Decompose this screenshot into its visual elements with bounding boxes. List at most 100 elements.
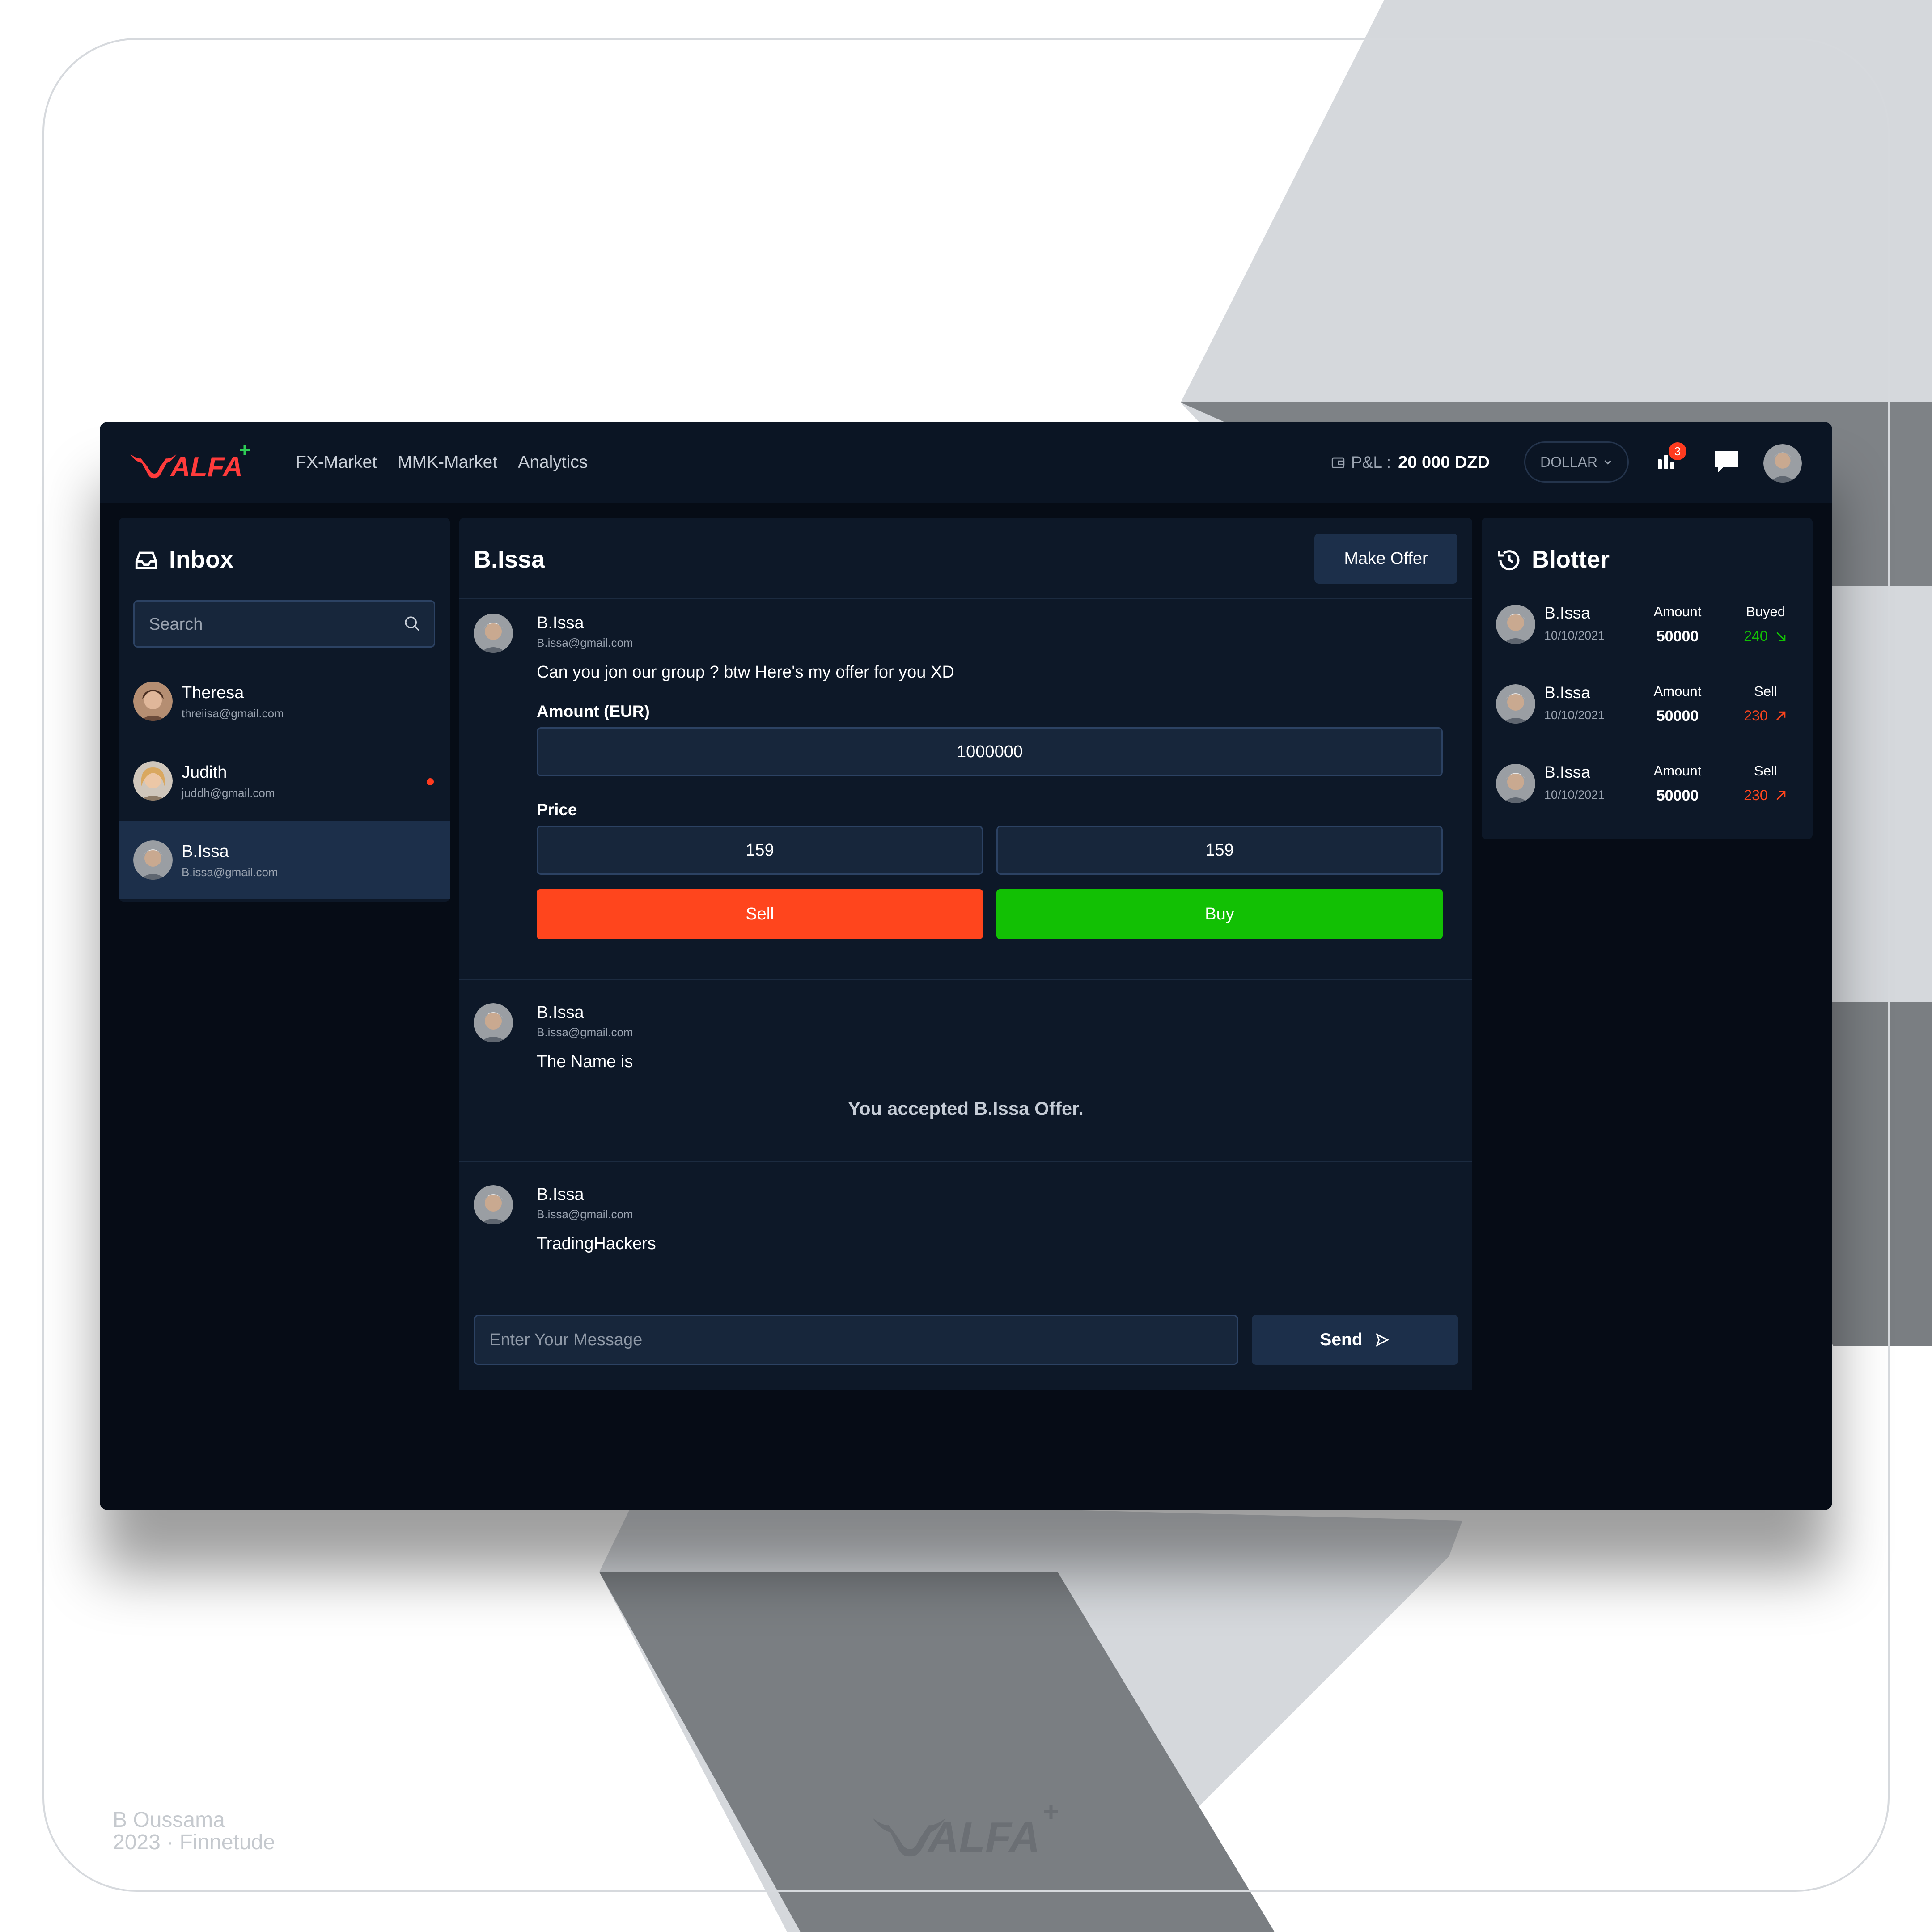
message-item: B.Issa B.issa@gmail.com TradingHackers: [459, 1162, 1472, 1291]
chat-bubble-icon: [1715, 451, 1738, 473]
nav-mmk-market[interactable]: MMK-Market: [398, 451, 497, 474]
sender-name: B.Issa: [537, 1185, 584, 1204]
unread-dot: [427, 778, 434, 785]
contact-email: B.issa@gmail.com: [182, 865, 278, 879]
send-button[interactable]: Send: [1252, 1315, 1458, 1365]
trade-value-text: 240: [1744, 628, 1768, 644]
nav-analytics[interactable]: Analytics: [518, 451, 588, 474]
search-box: [133, 600, 435, 648]
buy-price-field[interactable]: 159: [996, 826, 1443, 875]
search-input[interactable]: [135, 602, 400, 647]
alfa-logo[interactable]: ALFA: [127, 445, 262, 481]
chat-panel: B.Issa Make Offer B.Issa B.issa@gmail.co…: [459, 518, 1472, 1390]
arrow-up-right-icon: [1776, 791, 1785, 800]
message-text: The Name is: [537, 1052, 633, 1071]
pnl-display: P&L : 20 000 DZD: [1330, 451, 1490, 474]
contact-email: juddh@gmail.com: [182, 786, 275, 800]
year-studio: 2023 · Finnetude: [113, 1830, 275, 1854]
currency-dropdown[interactable]: DOLLAR: [1524, 441, 1629, 483]
author-name: B Oussama: [113, 1808, 225, 1832]
send-arrow-icon: [1375, 1333, 1390, 1347]
history-clock-icon: [1498, 550, 1520, 571]
sell-price-field[interactable]: 159: [537, 826, 983, 875]
trade-value-text: 230: [1744, 708, 1768, 724]
search-icon[interactable]: [403, 615, 421, 633]
trader-name: B.Issa: [1544, 683, 1590, 702]
blotter-row[interactable]: B.Issa 10/10/2021 Amount 50000 Sell 230: [1482, 671, 1813, 738]
amount-value: 50000: [1656, 708, 1699, 724]
contact-name: Theresa: [182, 683, 244, 702]
inbox-tray-icon: [135, 551, 157, 569]
avatar: [133, 840, 173, 880]
blotter-panel: Blotter B.Issa 10/10/2021 Amount 50000 B…: [1482, 518, 1813, 839]
trade-side: Sell: [1754, 683, 1777, 699]
sender-name: B.Issa: [537, 1003, 584, 1022]
contact-item-b-issa[interactable]: B.Issa B.issa@gmail.com: [119, 821, 450, 899]
contact-item-judith[interactable]: Judith juddh@gmail.com: [119, 741, 450, 820]
notifications-button[interactable]: 3: [1651, 442, 1686, 479]
make-offer-button[interactable]: Make Offer: [1314, 534, 1457, 584]
avatar: [474, 1185, 513, 1224]
trade-date: 10/10/2021: [1544, 708, 1605, 722]
amount-label: Amount: [1653, 604, 1702, 619]
send-label: Send: [1320, 1330, 1363, 1349]
contact-name: Judith: [182, 763, 227, 782]
app-window: ALFA FX-Market MMK-Market Analytics P&L …: [100, 422, 1832, 1510]
trade-value: 230: [1732, 787, 1799, 804]
trade-side: Sell: [1754, 763, 1777, 779]
amount-label: Amount: [1653, 763, 1702, 779]
inbox-panel: Inbox Theresa threiisa@gmail.com Judith …: [119, 518, 450, 902]
message-composer: Send: [459, 1291, 1472, 1390]
blotter-row[interactable]: B.Issa 10/10/2021 Amount 50000 Buyed 240: [1482, 591, 1813, 658]
price-label: Price: [537, 801, 577, 819]
offer-status-text: You accepted B.Issa Offer.: [848, 1098, 1084, 1119]
top-bar: ALFA FX-Market MMK-Market Analytics P&L …: [100, 422, 1832, 503]
blotter-title: Blotter: [1532, 546, 1610, 573]
nav-fx-market[interactable]: FX-Market: [296, 451, 377, 474]
arrow-down-right-icon: [1776, 631, 1785, 641]
amount-value: 50000: [1656, 628, 1699, 645]
pnl-value: 20 000 DZD: [1398, 453, 1490, 472]
contact-name: B.Issa: [182, 842, 229, 861]
trader-name: B.Issa: [1544, 604, 1590, 622]
trade-date: 10/10/2021: [1544, 629, 1605, 642]
inbox-title: Inbox: [169, 546, 233, 573]
user-avatar[interactable]: [1763, 444, 1802, 483]
avatar: [474, 1003, 513, 1042]
amount-label: Amount: [1653, 683, 1702, 699]
svg-text:ALFA: ALFA: [169, 452, 243, 481]
svg-text:ALFA: ALFA: [927, 1813, 1040, 1861]
sender-email: B.issa@gmail.com: [537, 636, 633, 649]
contact-item-theresa[interactable]: Theresa threiisa@gmail.com: [119, 662, 450, 741]
message-text: TradingHackers: [537, 1234, 656, 1253]
sell-button[interactable]: Sell: [537, 889, 983, 939]
wallet-icon: [1331, 457, 1345, 468]
message-item: B.Issa B.issa@gmail.com The Name is You …: [459, 980, 1472, 1161]
amount-label: Amount (EUR): [537, 702, 650, 720]
credit: B Oussama 2023 · Finnetude: [113, 1809, 275, 1854]
chat-title: B.Issa: [474, 546, 545, 573]
message-input[interactable]: [474, 1315, 1238, 1365]
avatar: [1496, 684, 1535, 724]
pnl-label: P&L :: [1351, 453, 1391, 471]
amount-field[interactable]: 1000000: [537, 727, 1443, 776]
main-nav: FX-Market MMK-Market Analytics: [296, 451, 588, 474]
trade-value-text: 230: [1744, 787, 1768, 803]
messages-button[interactable]: [1710, 445, 1744, 479]
avatar: [1496, 605, 1535, 644]
blotter-row[interactable]: B.Issa 10/10/2021 Amount 50000 Sell 230: [1482, 750, 1813, 818]
chevron-down-icon: [1604, 460, 1611, 465]
trade-date: 10/10/2021: [1544, 788, 1605, 801]
alfa-logo-footer: ALFA: [873, 1805, 1058, 1861]
avatar: [1496, 764, 1535, 803]
trade-value: 230: [1732, 708, 1799, 724]
arrow-up-right-icon: [1776, 711, 1785, 720]
avatar: [474, 614, 513, 653]
notification-badge: 3: [1669, 442, 1686, 460]
trade-value: 240: [1732, 628, 1799, 644]
sender-email: B.issa@gmail.com: [537, 1208, 633, 1221]
buy-button[interactable]: Buy: [996, 889, 1443, 939]
sender-name: B.Issa: [537, 614, 584, 632]
trader-name: B.Issa: [1544, 763, 1590, 781]
message-offer: B.Issa B.issa@gmail.com Can you jon our …: [459, 599, 1472, 979]
